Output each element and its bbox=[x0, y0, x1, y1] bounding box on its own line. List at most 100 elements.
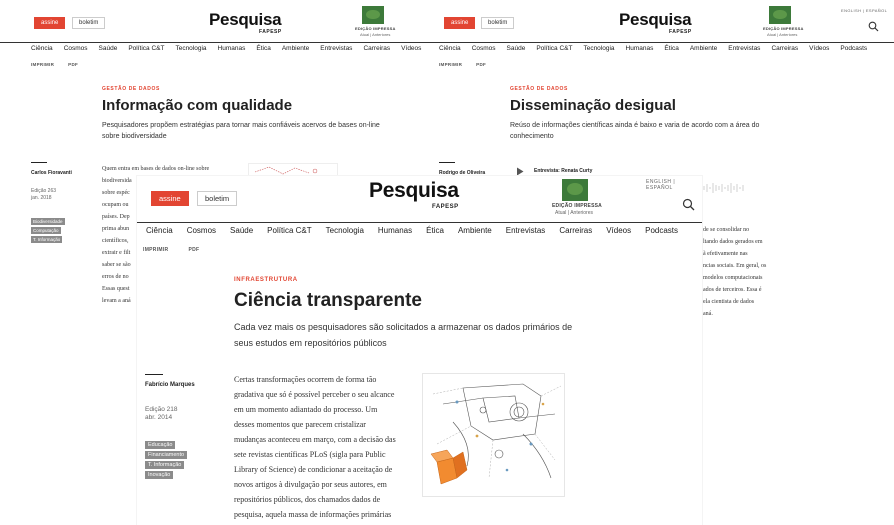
pdf-link[interactable]: PDF bbox=[476, 62, 486, 67]
body-line: desses momentos que parecem cristalizar bbox=[234, 420, 366, 429]
language-links[interactable]: ENGLISH | ESPAÑOL bbox=[841, 8, 887, 13]
edicao-impressa-label: EDIÇÃO IMPRESSA bbox=[552, 203, 602, 209]
author-rule bbox=[31, 162, 47, 163]
boletim-button[interactable]: boletim bbox=[72, 17, 106, 29]
audio-waveform[interactable] bbox=[702, 182, 746, 194]
article-illustration[interactable] bbox=[422, 373, 565, 497]
nav-carreiras[interactable]: Carreiras bbox=[559, 226, 592, 235]
nav-tecnologia[interactable]: Tecnologia bbox=[326, 226, 364, 235]
imprimir-link[interactable]: IMPRIMIR bbox=[143, 247, 168, 253]
nav-politica[interactable]: Política C&T bbox=[536, 45, 572, 52]
body-line: em um momento adiantado do processo. Um bbox=[234, 405, 378, 414]
imprimir-link[interactable]: IMPRIMIR bbox=[31, 62, 54, 67]
nav-ciencia[interactable]: Ciência bbox=[146, 226, 173, 235]
author-rule bbox=[439, 162, 455, 163]
body-line: ncias sociais. Em geral, os bbox=[703, 263, 767, 269]
boletim-button[interactable]: boletim bbox=[197, 191, 238, 206]
nav-cosmos[interactable]: Cosmos bbox=[472, 45, 496, 52]
nav-humanas[interactable]: Humanas bbox=[378, 226, 412, 235]
edicao-impressa-label: EDIÇÃO IMPRESSA bbox=[355, 26, 396, 31]
nav-saude[interactable]: Saúde bbox=[230, 226, 253, 235]
audio-interview-label[interactable]: Entrevista: Renata Curty bbox=[534, 168, 592, 174]
article-title: Disseminação desigual bbox=[510, 97, 676, 114]
fapesp-logo: FAPESP bbox=[432, 204, 459, 210]
nav-videos[interactable]: Vídeos bbox=[401, 45, 421, 52]
tag-biodiversidade[interactable]: Biodiversidade bbox=[31, 218, 65, 225]
nav-ciencia[interactable]: Ciência bbox=[31, 45, 53, 52]
nav-carreiras[interactable]: Carreiras bbox=[363, 45, 390, 52]
pesquisa-logo[interactable]: Pesquisa bbox=[209, 10, 282, 30]
tag-educacao[interactable]: Educação bbox=[145, 441, 176, 449]
article-body-fragment: de se consolidar no ltando dados gerados… bbox=[703, 224, 766, 320]
tag-financiamento[interactable]: Financiamento bbox=[145, 451, 188, 459]
fapesp-logo: FAPESP bbox=[259, 29, 282, 35]
nav-saude[interactable]: Saúde bbox=[99, 45, 118, 52]
language-links[interactable]: ENGLISH | ESPAÑOL bbox=[646, 179, 702, 191]
nav-etica[interactable]: Ética bbox=[256, 45, 270, 52]
body-line: Quem entra em bases de dados on-line sob… bbox=[102, 166, 210, 172]
nav-etica[interactable]: Ética bbox=[426, 226, 444, 235]
imprimir-link[interactable]: IMPRIMIR bbox=[439, 62, 462, 67]
boletim-button[interactable]: boletim bbox=[481, 17, 515, 29]
assine-button[interactable]: assine bbox=[34, 17, 66, 29]
pesquisa-logo[interactable]: Pesquisa bbox=[619, 10, 692, 30]
nav-saude[interactable]: Saúde bbox=[507, 45, 526, 52]
nav-carreiras[interactable]: Carreiras bbox=[771, 45, 798, 52]
pesquisa-logo[interactable]: Pesquisa bbox=[369, 179, 459, 203]
edicao-links[interactable]: Atual | Anteriores bbox=[360, 32, 390, 37]
article-kicker[interactable]: INFRAESTRUTURA bbox=[234, 277, 298, 283]
body-line: aná. bbox=[703, 311, 713, 317]
nav-entrevistas[interactable]: Entrevistas bbox=[320, 45, 352, 52]
nav-ciencia[interactable]: Ciência bbox=[439, 45, 461, 52]
author-name[interactable]: Carlos Fioravanti bbox=[31, 170, 72, 176]
nav-politica[interactable]: Política C&T bbox=[128, 45, 164, 52]
nav-videos[interactable]: Vídeos bbox=[809, 45, 829, 52]
magazine-cover-image[interactable] bbox=[769, 6, 791, 24]
nav-ambiente[interactable]: Ambiente bbox=[458, 226, 492, 235]
edicao-links[interactable]: Atual | Anteriores bbox=[555, 210, 593, 216]
nav-entrevistas[interactable]: Entrevistas bbox=[506, 226, 546, 235]
author-name[interactable]: Fabrício Marques bbox=[145, 382, 195, 388]
pdf-link[interactable]: PDF bbox=[188, 247, 199, 253]
nav-ambiente[interactable]: Ambiente bbox=[282, 45, 309, 52]
nav-cosmos[interactable]: Cosmos bbox=[64, 45, 88, 52]
article-kicker[interactable]: GESTÃO DE DADOS bbox=[510, 86, 568, 92]
search-icon[interactable] bbox=[682, 198, 695, 211]
tag-t-informacao[interactable]: T. Informação bbox=[31, 236, 63, 243]
pdf-link[interactable]: PDF bbox=[68, 62, 78, 67]
body-line: mudanças aconteceu em março, com a decis… bbox=[234, 435, 396, 444]
tag-computacao[interactable]: Computação bbox=[31, 227, 61, 234]
tag-t-informacao[interactable]: T. Informação bbox=[145, 461, 185, 469]
article-kicker[interactable]: GESTÃO DE DADOS bbox=[102, 86, 160, 92]
nav-entrevistas[interactable]: Entrevistas bbox=[728, 45, 760, 52]
article-dek: Reúso de informações científicas ainda é… bbox=[510, 122, 760, 140]
nav-humanas[interactable]: Humanas bbox=[218, 45, 246, 52]
play-icon[interactable] bbox=[516, 167, 524, 176]
nav-politica[interactable]: Política C&T bbox=[267, 226, 311, 235]
magazine-cover-image[interactable] bbox=[562, 179, 588, 201]
main-nav: Ciência Cosmos Saúde Política C&T Tecnol… bbox=[430, 42, 894, 52]
main-nav: Ciência Cosmos Saúde Política C&T Tecnol… bbox=[137, 222, 702, 235]
tag-inovacao[interactable]: Inovação bbox=[145, 471, 174, 479]
nav-podcasts[interactable]: Podcasts bbox=[645, 226, 678, 235]
article-illustration[interactable] bbox=[248, 163, 338, 177]
search-icon[interactable] bbox=[868, 21, 879, 32]
magazine-cover-image[interactable] bbox=[362, 6, 384, 24]
nav-tecnologia[interactable]: Tecnologia bbox=[583, 45, 614, 52]
body-line: pesquisa, aquela massa de informações pr… bbox=[234, 510, 392, 519]
edicao-impressa-label: EDIÇÃO IMPRESSA bbox=[763, 26, 804, 31]
nav-tecnologia[interactable]: Tecnologia bbox=[175, 45, 206, 52]
edicao-links[interactable]: Atual | Anteriores bbox=[767, 32, 797, 37]
nav-ambiente[interactable]: Ambiente bbox=[690, 45, 717, 52]
nav-videos[interactable]: Vídeos bbox=[606, 226, 631, 235]
edition-number[interactable]: Edição 218 bbox=[145, 406, 178, 414]
nav-podcasts[interactable]: Podcasts bbox=[840, 45, 867, 52]
page-ciencia-transparente: assine boletim Pesquisa FAPESP EDIÇÃO IM… bbox=[137, 176, 702, 525]
assine-button[interactable]: assine bbox=[151, 191, 189, 206]
nav-etica[interactable]: Ética bbox=[664, 45, 678, 52]
nav-cosmos[interactable]: Cosmos bbox=[187, 226, 216, 235]
edition-number[interactable]: Edição 263 bbox=[31, 188, 56, 195]
assine-button[interactable]: assine bbox=[444, 17, 476, 29]
sub-nav: IMPRIMIR PDF bbox=[143, 247, 199, 253]
nav-humanas[interactable]: Humanas bbox=[626, 45, 654, 52]
